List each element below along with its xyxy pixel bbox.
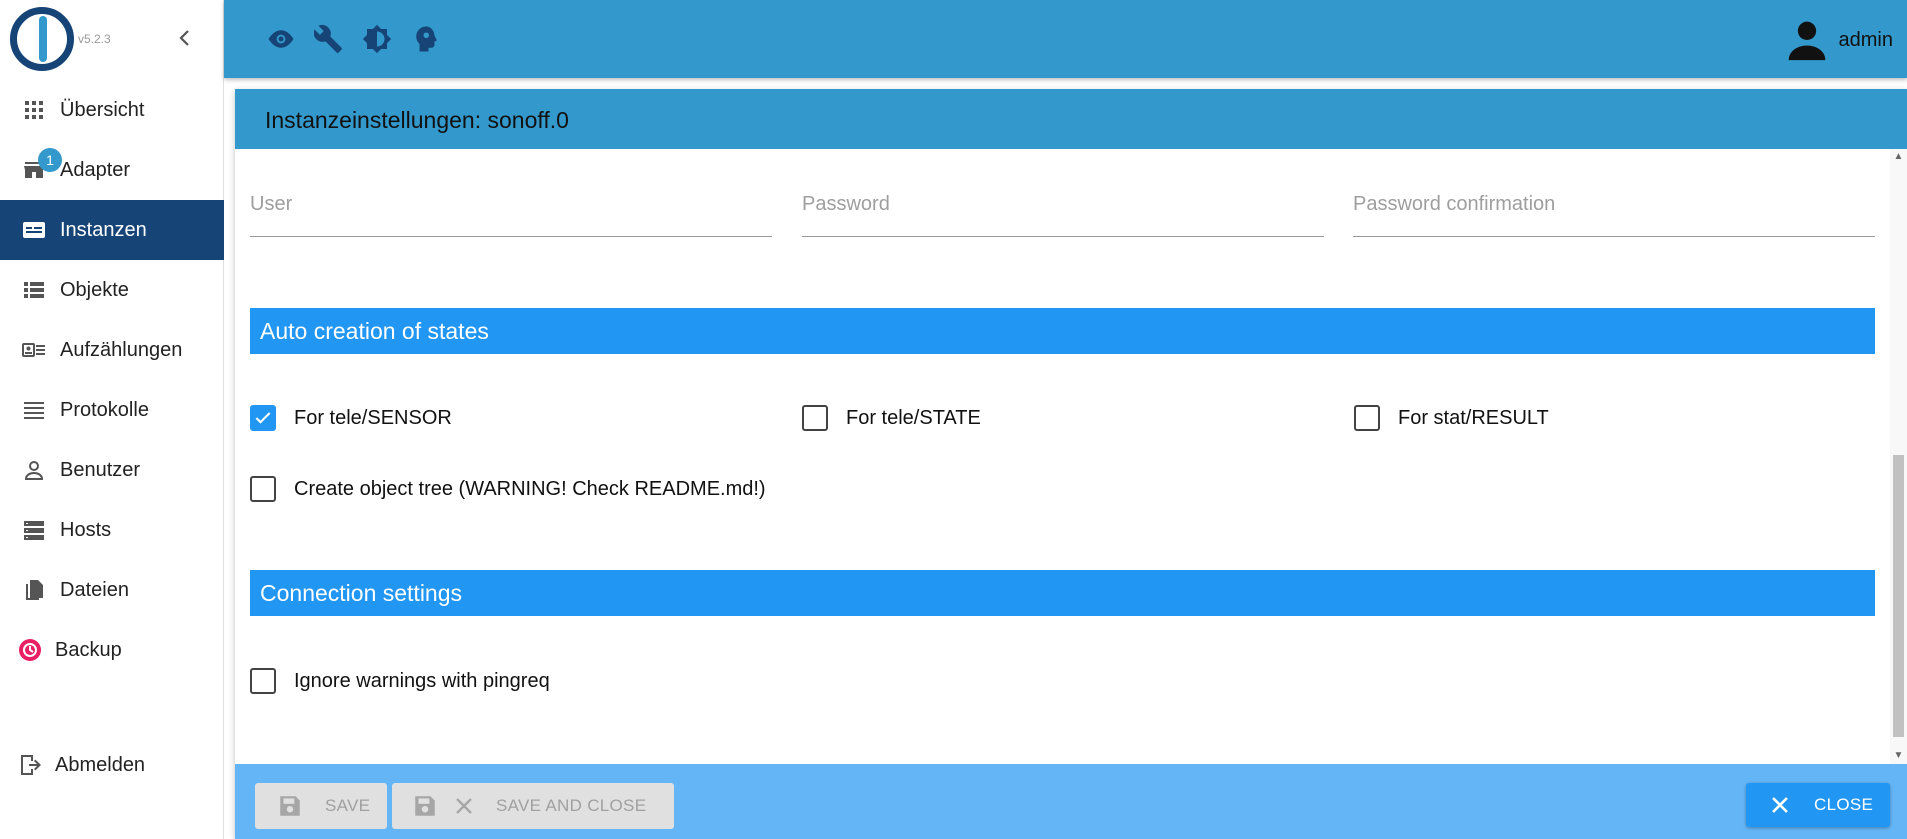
collapse-sidebar-button[interactable] [175, 26, 195, 50]
sidebar-item-label: Objekte [60, 278, 129, 301]
hosts-icon [24, 521, 44, 540]
sidebar-item-instanzen[interactable]: Instanzen [0, 200, 224, 260]
save-button[interactable]: SAVE [255, 783, 387, 829]
page-title: Instanzeinstellungen: sonoff.0 [235, 89, 1907, 149]
close-icon [456, 798, 472, 814]
sidebar-item-uebersicht[interactable]: Übersicht [0, 80, 224, 140]
version-label: v5.2.3 [78, 32, 111, 46]
files-icon [26, 580, 43, 600]
checkbox-label: For stat/RESULT [1398, 406, 1549, 429]
checkbox-box[interactable] [802, 405, 828, 431]
user-menu[interactable]: admin [1785, 18, 1893, 62]
grid-icon [25, 101, 43, 119]
checkbox-tele-sensor[interactable]: For tele/SENSOR [250, 405, 452, 431]
sidebar: v5.2.3 Übersicht 1 Adapter Instanzen Obj… [0, 0, 224, 839]
enum-icon [22, 343, 45, 357]
password-input[interactable] [802, 189, 1324, 216]
sidebar-item-label: Benutzer [60, 458, 141, 481]
log-icon [24, 402, 44, 419]
logout-icon [21, 755, 41, 775]
save-and-close-button[interactable]: SAVE AND CLOSE [392, 783, 674, 829]
save-button-label: SAVE [325, 796, 371, 815]
instance-settings-panel: Instanzeinstellungen: sonoff.0 Auto crea… [235, 89, 1907, 839]
close-button[interactable]: CLOSE [1746, 783, 1890, 827]
sidebar-item-label: Hosts [60, 518, 112, 541]
sidebar-item-label: Abmelden [55, 753, 146, 776]
user-icon [24, 461, 44, 480]
checkbox-label: Ignore warnings with pingreq [294, 669, 550, 692]
password-field[interactable] [802, 189, 1324, 237]
panel-footer: SAVE SAVE AND CLOSE CLOSE [235, 764, 1907, 839]
password-confirmation-input[interactable] [1353, 189, 1875, 216]
iobroker-logo [10, 7, 74, 71]
checkbox-label: For tele/STATE [846, 406, 981, 429]
logo-row: v5.2.3 [0, 0, 223, 78]
sidebar-item-label: Protokolle [60, 398, 149, 421]
checkbox-ignore-pingreq[interactable]: Ignore warnings with pingreq [250, 668, 550, 694]
sidebar-item-label: Aufzählungen [60, 338, 183, 361]
user-input[interactable] [250, 189, 772, 216]
floppy-disk-icon [415, 796, 435, 816]
instances-icon [23, 222, 45, 238]
checkbox-box[interactable] [250, 405, 276, 431]
wrench-icon[interactable] [314, 24, 344, 54]
vertical-scrollbar[interactable]: ▲ ▼ [1890, 149, 1907, 764]
checkbox-object-tree[interactable]: Create object tree (WARNING! Check READM… [250, 476, 766, 502]
chevron-left-icon [179, 30, 189, 46]
sidebar-item-label: Übersicht [60, 98, 145, 121]
checkbox-box[interactable] [250, 668, 276, 694]
floppy-disk-icon [280, 796, 300, 816]
scrollbar-thumb[interactable] [1893, 455, 1904, 737]
user-name: admin [1838, 28, 1893, 51]
checkbox-box[interactable] [1354, 405, 1380, 431]
eye-icon[interactable] [266, 24, 296, 54]
avatar [1788, 21, 1825, 61]
sidebar-item-protokolle[interactable]: Protokolle [0, 380, 224, 440]
sidebar-item-backup[interactable]: Backup [0, 620, 224, 680]
sidebar-item-label: Instanzen [60, 218, 147, 241]
user-field[interactable] [250, 189, 772, 237]
sidebar-item-aufzaehlungen[interactable]: Aufzählungen [0, 320, 224, 380]
sidebar-item-hosts[interactable]: Hosts [0, 500, 224, 560]
brightness-icon[interactable] [362, 24, 392, 54]
backup-icon [19, 639, 41, 661]
sidebar-item-abmelden[interactable]: Abmelden [0, 735, 224, 795]
scroll-up-arrow-icon[interactable]: ▲ [1893, 151, 1904, 163]
adapter-update-badge: 1 [38, 148, 62, 172]
password-confirmation-field[interactable] [1353, 189, 1875, 237]
sidebar-item-benutzer[interactable]: Benutzer [0, 440, 224, 500]
checkbox-stat-result[interactable]: For stat/RESULT [1354, 405, 1549, 431]
checkbox-tele-state[interactable]: For tele/STATE [802, 405, 981, 431]
sidebar-item-label: Adapter [60, 158, 131, 181]
list-icon [24, 282, 44, 298]
expert-mode-icon[interactable] [410, 24, 440, 54]
sidebar-item-label: Backup [55, 638, 122, 661]
checkbox-box[interactable] [250, 476, 276, 502]
checkmark-icon [255, 412, 271, 424]
sidebar-item-dateien[interactable]: Dateien [0, 560, 224, 620]
checkbox-label: For tele/SENSOR [294, 406, 452, 429]
settings-content: Auto creation of states For tele/SENSOR … [235, 149, 1890, 764]
save-and-close-button-label: SAVE AND CLOSE [496, 796, 647, 815]
close-button-label: CLOSE [1814, 795, 1874, 814]
sidebar-item-objekte[interactable]: Objekte [0, 260, 224, 320]
section-header-connection-settings: Connection settings [250, 570, 1875, 616]
checkbox-label: Create object tree (WARNING! Check READM… [294, 477, 766, 500]
scroll-down-arrow-icon[interactable]: ▼ [1893, 750, 1904, 762]
section-header-auto-creation: Auto creation of states [250, 308, 1875, 354]
sidebar-item-adapter[interactable]: 1 Adapter [0, 140, 224, 200]
close-icon [1772, 797, 1788, 813]
sidebar-item-label: Dateien [60, 578, 129, 601]
top-bar: admin [224, 0, 1907, 78]
